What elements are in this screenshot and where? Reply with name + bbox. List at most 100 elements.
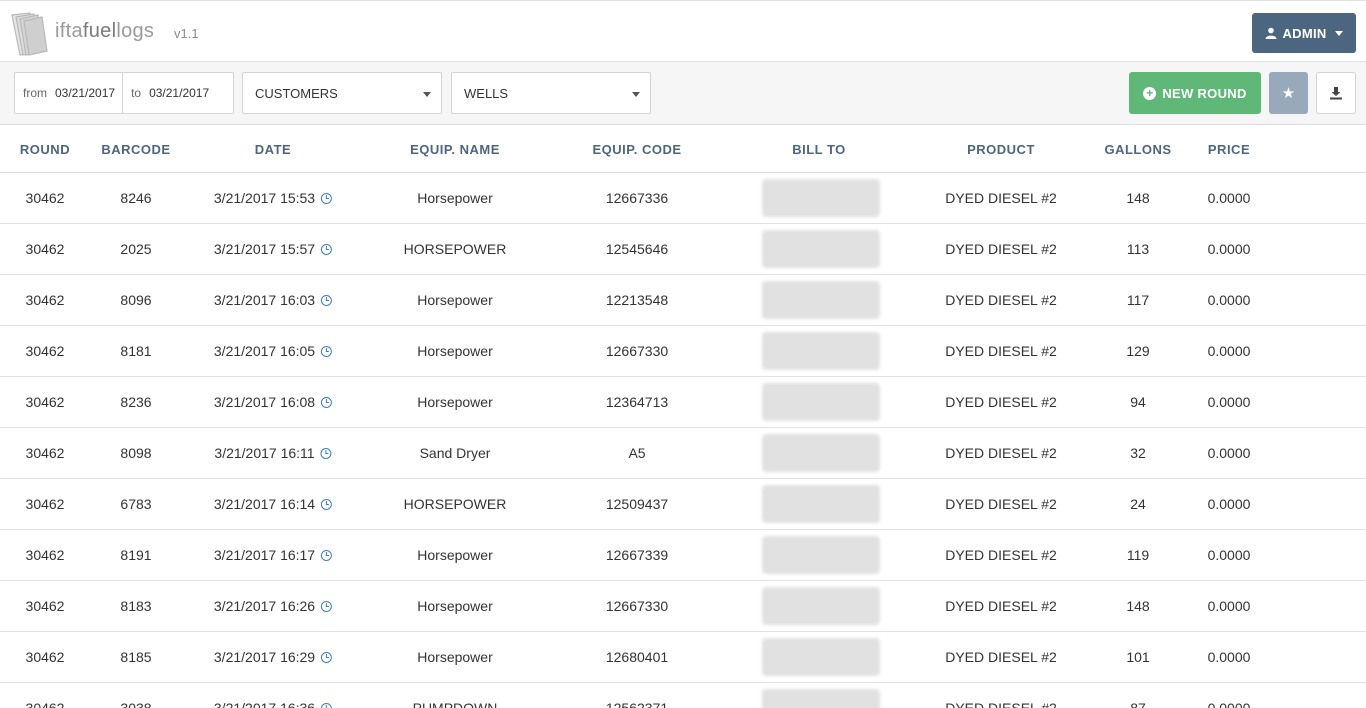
table-row[interactable]: 30462 8191 3/21/2017 16:17 Horsepower 126673… bbox=[0, 530, 1366, 581]
admin-label: ADMIN bbox=[1282, 25, 1327, 41]
clock-icon[interactable] bbox=[321, 244, 333, 255]
table-row[interactable]: 30462 8096 3/21/2017 16:03 Horsepower 122135… bbox=[0, 275, 1366, 326]
cell-equip-code: 12667330 bbox=[605, 343, 669, 359]
customers-select-label: CUSTOMERS bbox=[255, 85, 338, 101]
column-header-barcode[interactable]: BARCODE bbox=[101, 142, 170, 157]
cell-price: 0.0000 bbox=[1207, 649, 1251, 665]
customers-select[interactable]: CUSTOMERS bbox=[242, 72, 442, 114]
cell-gallons: 117 bbox=[1126, 292, 1150, 308]
bill-to-redacted bbox=[762, 587, 880, 625]
cell-product: DYED DIESEL #2 bbox=[945, 190, 1057, 206]
cell-equip-code: 12667339 bbox=[605, 547, 669, 563]
cell-price: 0.0000 bbox=[1207, 292, 1251, 308]
table-row[interactable]: 30462 8246 3/21/2017 15:53 Horsepower 126673… bbox=[0, 173, 1366, 224]
cell-product: DYED DIESEL #2 bbox=[945, 343, 1057, 359]
clock-icon[interactable] bbox=[321, 193, 333, 204]
cell-product: DYED DIESEL #2 bbox=[945, 292, 1057, 308]
clock-icon[interactable] bbox=[321, 703, 333, 708]
cell-price: 0.0000 bbox=[1207, 700, 1251, 708]
cell-product: DYED DIESEL #2 bbox=[945, 445, 1057, 461]
cell-equip-name: Horsepower bbox=[417, 190, 493, 206]
cell-product: DYED DIESEL #2 bbox=[945, 547, 1057, 563]
cell-equip-code: 12680401 bbox=[605, 649, 669, 665]
bill-to-redacted bbox=[762, 281, 880, 319]
new-round-button[interactable]: + NEW ROUND bbox=[1129, 72, 1261, 114]
bill-to-redacted bbox=[762, 332, 880, 370]
clock-icon[interactable] bbox=[321, 397, 333, 408]
star-icon: ★ bbox=[1281, 85, 1296, 102]
clock-icon[interactable] bbox=[321, 652, 333, 663]
bill-to-redacted bbox=[762, 536, 880, 574]
cell-equip-name: Horsepower bbox=[417, 598, 493, 614]
bill-to-redacted bbox=[762, 689, 880, 708]
cell-product: DYED DIESEL #2 bbox=[945, 496, 1057, 512]
cell-round: 30462 bbox=[25, 496, 65, 512]
cell-round: 30462 bbox=[25, 343, 65, 359]
column-header-price[interactable]: PRICE bbox=[1208, 142, 1250, 157]
cell-round: 30462 bbox=[25, 598, 65, 614]
cell-date: 3/21/2017 15:53 bbox=[213, 190, 333, 206]
cell-product: DYED DIESEL #2 bbox=[945, 241, 1057, 257]
cell-equip-name: Horsepower bbox=[417, 343, 493, 359]
bill-to-redacted bbox=[762, 230, 880, 268]
table-row[interactable]: 30462 8236 3/21/2017 16:08 Horsepower 123647… bbox=[0, 377, 1366, 428]
export-button[interactable] bbox=[1316, 72, 1356, 114]
cell-barcode: 8183 bbox=[120, 598, 152, 614]
cell-date: 3/21/2017 16:03 bbox=[213, 292, 333, 308]
cell-date: 3/21/2017 16:14 bbox=[213, 496, 333, 512]
cell-date: 3/21/2017 16:29 bbox=[213, 649, 333, 665]
date-range-picker[interactable]: from 03/21/2017 to 03/21/2017 bbox=[14, 72, 234, 114]
new-round-label: NEW ROUND bbox=[1162, 85, 1247, 101]
from-date-input[interactable]: 03/21/2017 bbox=[47, 86, 115, 100]
column-header-product[interactable]: PRODUCT bbox=[967, 142, 1035, 157]
cell-equip-code: 12667336 bbox=[605, 190, 669, 206]
table-row[interactable]: 30462 8181 3/21/2017 16:05 Horsepower 126673… bbox=[0, 326, 1366, 377]
to-date-input[interactable]: 03/21/2017 bbox=[141, 86, 209, 100]
cell-round: 30462 bbox=[25, 700, 65, 708]
clock-icon[interactable] bbox=[321, 499, 333, 510]
cell-gallons: 87 bbox=[1130, 700, 1146, 708]
cell-price: 0.0000 bbox=[1207, 241, 1251, 257]
cell-equip-name: HORSEPOWER bbox=[403, 496, 507, 512]
cell-equip-name: HORSEPOWER bbox=[403, 241, 507, 257]
date-value: 3/21/2017 16:03 bbox=[213, 292, 316, 308]
cell-round: 30462 bbox=[25, 394, 65, 410]
cell-gallons: 24 bbox=[1130, 496, 1146, 512]
clock-icon[interactable] bbox=[321, 550, 333, 561]
app-version: v1.1 bbox=[174, 26, 199, 41]
wells-select[interactable]: WELLS bbox=[451, 72, 651, 114]
admin-menu-button[interactable]: ADMIN bbox=[1252, 13, 1356, 53]
clock-icon[interactable] bbox=[320, 448, 332, 459]
column-header-gallons[interactable]: GALLONS bbox=[1104, 142, 1171, 157]
table-row[interactable]: 30462 8098 3/21/2017 16:11 Sand Dryer A5 DYED… bbox=[0, 428, 1366, 479]
clock-icon[interactable] bbox=[321, 295, 333, 306]
column-header-round[interactable]: ROUND bbox=[20, 142, 70, 157]
clock-icon[interactable] bbox=[321, 601, 333, 612]
cell-date: 3/21/2017 16:08 bbox=[214, 394, 333, 410]
cell-round: 30462 bbox=[25, 445, 65, 461]
date-value: 3/21/2017 16:14 bbox=[213, 496, 316, 512]
brand-name[interactable]: iftafuellogs bbox=[55, 20, 154, 43]
date-value: 3/21/2017 16:29 bbox=[213, 649, 316, 665]
bill-to-redacted bbox=[762, 485, 880, 523]
clock-icon[interactable] bbox=[321, 346, 333, 357]
cell-equip-code: A5 bbox=[628, 445, 646, 461]
to-label: to bbox=[131, 86, 142, 100]
table-row[interactable]: 30462 8183 3/21/2017 16:26 Horsepower 126673… bbox=[0, 581, 1366, 632]
cell-barcode: 2025 bbox=[120, 241, 152, 257]
table-row[interactable]: 30462 2025 3/21/2017 15:57 HORSEPOWER 125456… bbox=[0, 224, 1366, 275]
column-header-bill-to[interactable]: BILL TO bbox=[792, 142, 846, 157]
table-row[interactable]: 30462 6783 3/21/2017 16:14 HORSEPOWER 125094… bbox=[0, 479, 1366, 530]
column-header-equip-code[interactable]: EQUIP. CODE bbox=[592, 142, 681, 157]
date-value: 3/21/2017 16:05 bbox=[213, 343, 316, 359]
table-row[interactable]: 30462 8185 3/21/2017 16:29 Horsepower 126804… bbox=[0, 632, 1366, 683]
column-header-equip-name[interactable]: EQUIP. NAME bbox=[410, 142, 500, 157]
date-value: 3/21/2017 15:53 bbox=[213, 190, 316, 206]
cell-equip-name: Horsepower bbox=[417, 394, 493, 410]
favorites-button[interactable]: ★ bbox=[1269, 72, 1308, 114]
table-row[interactable]: 30462 3038 3/21/2017 16:36 PUMPDOWN 12562371… bbox=[0, 683, 1366, 708]
bill-to-redacted bbox=[762, 179, 880, 217]
cell-price: 0.0000 bbox=[1207, 496, 1251, 512]
date-value: 3/21/2017 16:17 bbox=[213, 547, 316, 563]
column-header-date[interactable]: DATE bbox=[255, 142, 291, 157]
